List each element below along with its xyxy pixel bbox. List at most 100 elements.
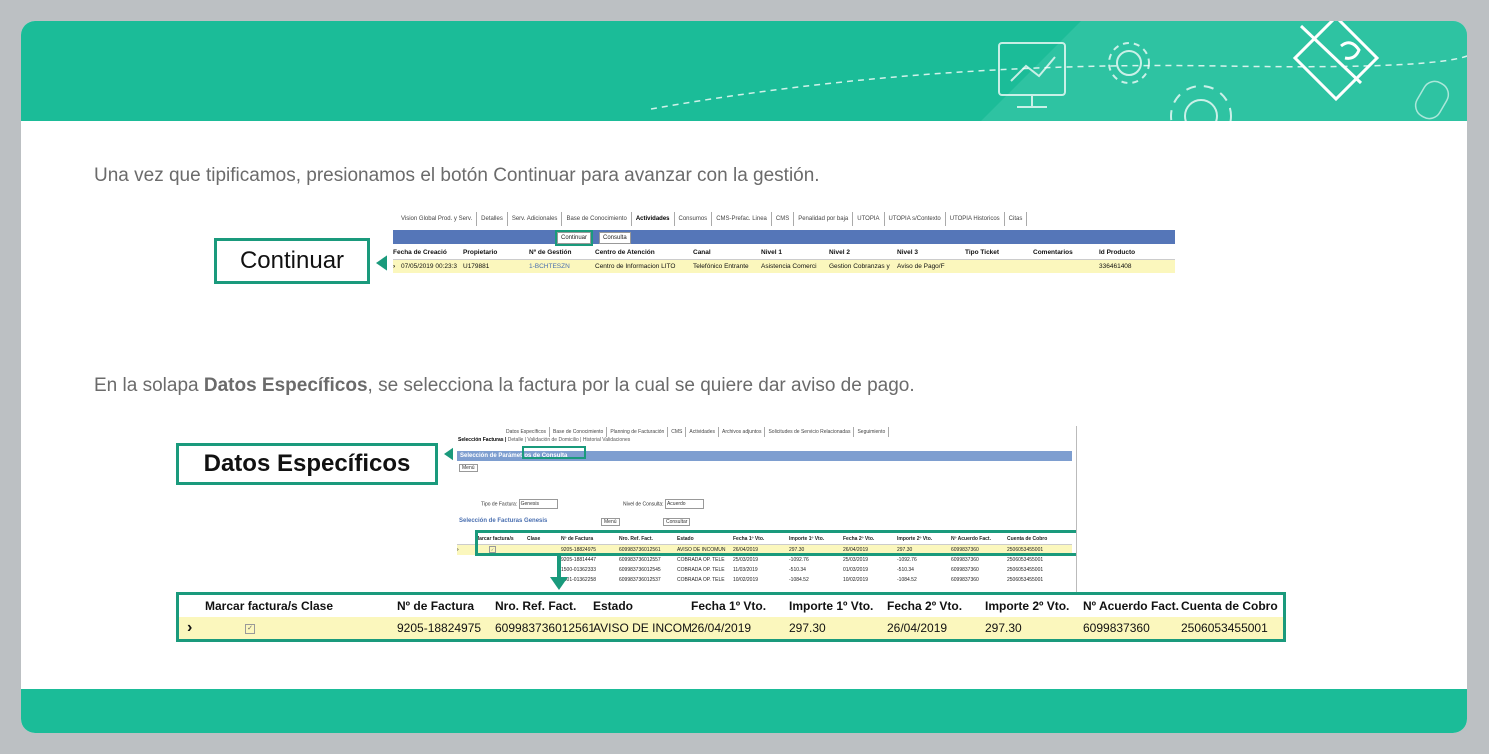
tab-item[interactable]: Planning de Facturación xyxy=(607,427,669,437)
tab-item[interactable]: CMS xyxy=(668,427,687,437)
tab-item[interactable]: Serv. Adicionales xyxy=(508,212,563,226)
tab-item[interactable]: UTOPIA Historicos xyxy=(946,212,1005,226)
table-row[interactable]: 1500-01362333 609983736012545 COBRADA OP. … xyxy=(457,565,1072,575)
column-header: Id Producto xyxy=(1099,249,1136,256)
zoom-header: Marcar factura/s Clase Nº de Factura Nro. R… xyxy=(179,595,1283,617)
cell: 1-BCHTESZN xyxy=(529,263,570,270)
cell: 1500-01362333 xyxy=(561,567,597,573)
row-pointer-icon: › xyxy=(393,263,396,270)
column-header: Propietario xyxy=(463,249,498,256)
arrow-to-zoom xyxy=(550,556,568,590)
cell: 9205-18814447 xyxy=(561,557,597,563)
cell: U179881 xyxy=(463,263,490,270)
column-header: Cuenta de Cobro xyxy=(1181,599,1278,613)
paragraph-datos-especificos: En la solapa Datos Específicos, se selec… xyxy=(94,375,915,396)
tab-item[interactable]: Base de Conocimiento xyxy=(562,212,632,226)
tipo-factura-select[interactable]: Genesis xyxy=(518,499,558,509)
menu-button[interactable]: Menú xyxy=(459,464,478,472)
cell xyxy=(475,565,527,575)
checkbox[interactable]: ✓ xyxy=(245,623,255,634)
tab-strip: Vision Global Prod. y Serv. Detalles Serv.… xyxy=(397,212,1028,226)
cell: -1092.76 xyxy=(897,557,917,563)
table-row[interactable]: 9205-18814447 609983736012557 COBRADA OP. … xyxy=(457,555,1072,565)
column-header: Importe 2º Vto. xyxy=(985,599,1070,613)
subtab-item[interactable]: Selección Facturas | xyxy=(458,437,508,443)
column-header: Nro. Ref. Fact. xyxy=(495,599,577,613)
row-pointer-icon xyxy=(457,575,475,585)
column-header: Centro de Atención xyxy=(595,249,655,256)
cell: COBRADA OP. TELE xyxy=(677,577,725,583)
header-decoration xyxy=(650,21,1467,121)
cell: 9205-18824975 xyxy=(397,621,482,635)
cell xyxy=(475,555,527,565)
cell: 2506053455001 xyxy=(1181,621,1268,635)
tab-item[interactable]: UTOPIA xyxy=(853,212,885,226)
column-header: Nivel 3 xyxy=(897,249,918,256)
tab-strip: Datos Específicos Base de Conocimiento Pla… xyxy=(503,427,890,437)
cell: 10/02/2019 xyxy=(843,577,869,583)
cell: 336461408 xyxy=(1099,263,1132,270)
tab-item[interactable]: Archivos adjuntos xyxy=(719,427,766,437)
column-header: Tipo Ticket xyxy=(965,249,1000,256)
tab-item[interactable]: Penalidad por baja xyxy=(794,212,854,226)
subtab-strip: Selección Facturas | Detalle | Validació… xyxy=(458,437,630,443)
tab-item[interactable]: UTOPIA s/Contexto xyxy=(885,212,946,226)
tab-item[interactable]: Datos Específicos xyxy=(503,427,551,437)
tab-item[interactable]: CMS-Prefac. Linea xyxy=(712,212,772,226)
tab-item[interactable]: Base de Conocimiento xyxy=(550,427,608,437)
cell xyxy=(301,617,397,639)
row-pointer-icon xyxy=(457,565,475,575)
tab-item[interactable]: Citas xyxy=(1005,212,1028,226)
cell: -510.34 xyxy=(789,567,806,573)
column-header: Importe 1º Vto. xyxy=(789,599,874,613)
cell: 26/04/2019 xyxy=(887,621,948,635)
subtab-item[interactable]: Historial Validaciones xyxy=(583,437,630,443)
column-header: Nivel 2 xyxy=(829,249,850,256)
tab-item[interactable]: CMS xyxy=(772,212,795,226)
cell: Telefónico Entrante xyxy=(693,263,749,270)
tab-item[interactable]: Actividades xyxy=(632,212,675,226)
cell: -1092.76 xyxy=(789,557,809,563)
tab-item[interactable]: Vision Global Prod. y Serv. xyxy=(397,212,478,226)
cell: 6099837360 xyxy=(951,567,979,573)
tab-item[interactable]: Detalles xyxy=(477,212,508,226)
cell: Centro de Informacion LITO xyxy=(595,263,676,270)
cell xyxy=(475,575,527,585)
zoomed-factura-row: Marcar factura/s Clase Nº de Factura Nro. R… xyxy=(176,592,1286,642)
column-header: Estado xyxy=(593,599,634,613)
column-header: Fecha 2º Vto. xyxy=(887,599,963,613)
table-row[interactable]: › 07/05/2019 00:23:3 U179881 1-BCHTESZN Cent… xyxy=(393,260,1175,273)
table-row[interactable]: › ✓ 9205-18824975 609983736012561 AVISO DE I… xyxy=(179,617,1283,639)
column-header: Marcar factura/s xyxy=(205,599,298,613)
activities-bar xyxy=(393,230,1175,244)
checkbox-cell: ✓ xyxy=(205,617,301,639)
datos-tab-highlight xyxy=(522,446,586,459)
consulta-button[interactable]: Consulta xyxy=(599,232,631,244)
tab-item[interactable]: Solicitudes de Servicio Relacionadas xyxy=(765,427,855,437)
column-header: Fecha 1º Vto. xyxy=(691,599,767,613)
cell: 2506053455001 xyxy=(1007,557,1044,563)
nivel-consulta-field: Nivel de Consulta: Acuerdo xyxy=(623,499,704,509)
subtab-item[interactable]: Validación de Domicilio | xyxy=(527,437,582,443)
row-highlight xyxy=(475,530,1076,556)
cell: 26/04/2019 xyxy=(691,621,752,635)
row-pointer-icon: › xyxy=(187,619,193,636)
column-header: Canal xyxy=(693,249,711,256)
activities-grid: Fecha de Creació Propietario Nº de Gestión… xyxy=(393,246,1175,273)
nivel-consulta-select[interactable]: Acuerdo xyxy=(664,499,704,509)
footer-banner xyxy=(21,689,1467,733)
pointer-column xyxy=(457,534,475,544)
cell: COBRADA OP. TELE xyxy=(677,567,725,573)
cell: 10/02/2019 xyxy=(733,577,759,583)
menu-button-2[interactable]: Menú xyxy=(601,518,620,526)
consultar-button[interactable]: Consultar xyxy=(663,518,691,526)
cell xyxy=(527,555,561,565)
tab-item[interactable]: Actividades xyxy=(686,427,719,437)
continuar-button[interactable]: Continuar xyxy=(554,230,594,246)
cell: 609983736012537 xyxy=(619,577,661,583)
cell: COBRADA OP. TELE xyxy=(677,557,725,563)
tab-item[interactable]: Seguimiento xyxy=(854,427,890,437)
tab-item[interactable]: Consumos xyxy=(675,212,713,226)
subtab-item[interactable]: Detalle | xyxy=(508,437,528,443)
cell: 07/05/2019 00:23:3 xyxy=(401,263,458,270)
